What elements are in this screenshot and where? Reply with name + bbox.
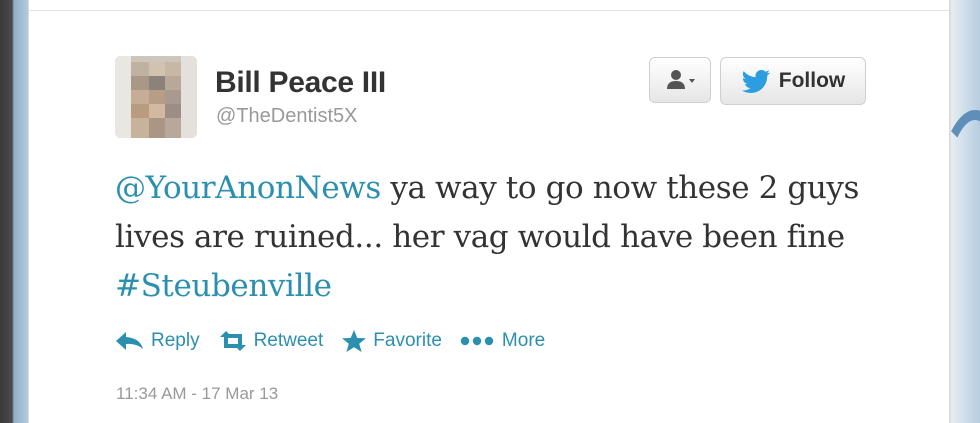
reply-action[interactable]: Reply	[115, 330, 200, 352]
follow-button[interactable]: Follow	[720, 57, 866, 105]
avatar-pixelated-image	[115, 56, 197, 138]
twitter-bird-icon	[741, 70, 770, 93]
user-actions-button[interactable]	[649, 57, 711, 103]
hashtag-link[interactable]: #Steubenville	[115, 268, 332, 304]
star-icon	[342, 330, 367, 352]
more-action[interactable]: More	[460, 330, 545, 352]
favorite-label: Favorite	[373, 330, 442, 351]
avatar[interactable]	[115, 56, 197, 138]
retweet-action[interactable]: Retweet	[218, 330, 324, 352]
author-handle[interactable]: @TheDentist5X	[216, 105, 357, 128]
retweet-icon	[219, 331, 246, 351]
tweet-text: @YourAnonNews ya way to go now these 2 g…	[115, 164, 875, 311]
favorite-action[interactable]: Favorite	[341, 329, 442, 353]
more-label: More	[501, 330, 546, 351]
user-dropdown-icon	[667, 70, 695, 89]
more-dots-icon	[460, 336, 494, 346]
tweet-timestamp[interactable]: 11:34 AM - 17 Mar 13	[116, 384, 278, 404]
tweet-actions: Reply Retweet Favorite More	[115, 326, 563, 356]
top-divider	[29, 10, 949, 11]
author-name[interactable]: Bill Peace III	[215, 66, 386, 100]
reply-label: Reply	[151, 330, 200, 351]
mention-link[interactable]: @YourAnonNews	[115, 170, 381, 206]
tweet-card: Bill Peace III @TheDentist5X Follow @You…	[28, 0, 950, 423]
background-left-edge	[0, 0, 30, 423]
follow-label: Follow	[778, 69, 846, 92]
retweet-label: Retweet	[253, 330, 324, 351]
reply-icon	[116, 332, 143, 350]
